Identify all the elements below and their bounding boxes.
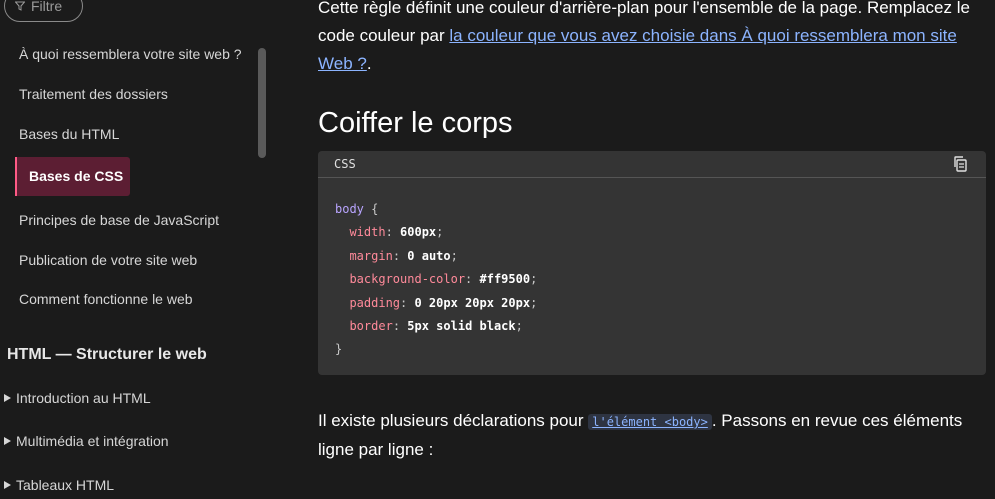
sidebar-sub-item-multimedia[interactable]: Multimédia et intégration — [4, 433, 169, 449]
code-property: padding — [349, 295, 401, 310]
code-value: #ff9500 — [479, 272, 531, 287]
sidebar-sub-item-label: Introduction au HTML — [16, 390, 151, 406]
code-close-brace: } — [335, 342, 343, 357]
sidebar-sub-item-html-tables[interactable]: Tableaux HTML — [4, 477, 114, 493]
sidebar-scrollbar[interactable] — [258, 48, 266, 158]
sidebar-sub-item-intro-html[interactable]: Introduction au HTML — [4, 390, 151, 406]
code-open-brace: { — [363, 202, 379, 216]
copy-icon[interactable] — [952, 155, 970, 173]
expand-triangle-icon — [4, 481, 11, 489]
sidebar-item-html-basics[interactable]: Bases du HTML — [19, 126, 119, 142]
intro-paragraph: Cette règle définit une couleur d'arrièr… — [318, 0, 988, 78]
code-value: 0 auto — [407, 248, 451, 263]
code-property: margin — [349, 248, 393, 263]
sidebar-sub-item-label: Tableaux HTML — [16, 477, 115, 493]
sidebar-section-title: HTML — Structurer le web — [7, 346, 207, 363]
expand-triangle-icon — [4, 394, 11, 402]
intro-text-end: . — [366, 54, 372, 73]
code-value: 600px — [400, 225, 437, 240]
filter-input[interactable]: Filtre — [4, 0, 83, 22]
filter-icon — [15, 1, 25, 11]
filter-placeholder: Filtre — [31, 0, 63, 14]
outro-paragraph: Il existe plusieurs déclarations pour l'… — [318, 407, 986, 464]
sidebar-item-dealing-with-files[interactable]: Traitement des dossiers — [19, 86, 168, 102]
sidebar: Filtre À quoi ressemblera votre site web… — [0, 0, 270, 499]
code-language-label: CSS — [334, 157, 356, 171]
code-block-header: CSS — [318, 151, 986, 178]
sidebar-item-javascript-basics[interactable]: Principes de base de JavaScript — [19, 212, 219, 228]
sidebar-item-publishing-your-website[interactable]: Publication de votre site web — [19, 252, 197, 268]
sidebar-item-how-the-web-works[interactable]: Comment fonctionne le web — [19, 291, 193, 307]
code-property: border — [349, 319, 393, 334]
sidebar-item-css-basics[interactable]: Bases de CSS — [15, 157, 130, 196]
sidebar-item-what-will-your-website-look-like[interactable]: À quoi ressemblera votre site web ? — [19, 46, 242, 62]
main-content: Cette règle définit une couleur d'arrièr… — [318, 0, 988, 459]
code-block: CSS body { width: 600px; margin: 0 auto;… — [318, 151, 986, 375]
code-selector: body — [335, 202, 364, 216]
code-value: 5px solid black — [407, 319, 516, 334]
sidebar-sub-item-label: Multimédia et intégration — [16, 433, 169, 449]
code-body: body { width: 600px; margin: 0 auto; bac… — [335, 202, 538, 357]
code-property: background-color — [349, 272, 466, 287]
body-element-link[interactable]: l'élément <body> — [588, 414, 712, 430]
code-value: 0 20px 20px 20px — [414, 295, 531, 310]
code-property: width — [349, 225, 386, 240]
section-heading: Coiffer le corps — [318, 107, 513, 139]
outro-text: Il existe plusieurs déclarations pour — [318, 411, 589, 430]
expand-triangle-icon — [4, 437, 11, 445]
